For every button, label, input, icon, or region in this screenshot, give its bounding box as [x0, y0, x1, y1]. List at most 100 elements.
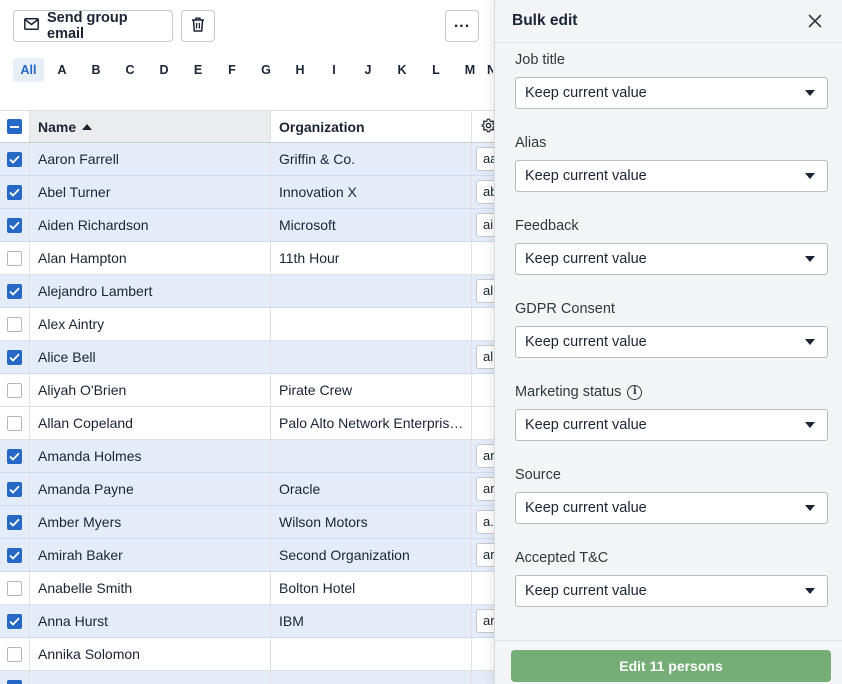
- bulk-field-select[interactable]: Keep current value: [515, 492, 828, 524]
- table-row[interactable]: Annika Solomon: [0, 638, 494, 671]
- row-checkbox[interactable]: [7, 316, 22, 332]
- table-row[interactable]: Amber Myers Wilson Motors a.: [0, 506, 494, 539]
- info-icon[interactable]: i: [627, 384, 643, 400]
- gear-icon[interactable]: [481, 118, 494, 136]
- alpha-filter-b[interactable]: B: [79, 63, 113, 77]
- organization-cell[interactable]: [271, 638, 472, 670]
- row-checkbox[interactable]: [7, 481, 22, 497]
- bulk-field-select[interactable]: Keep current value: [515, 575, 828, 607]
- alpha-filter-f[interactable]: F: [215, 63, 249, 77]
- alpha-filter-a[interactable]: A: [45, 63, 79, 77]
- edit-persons-button[interactable]: Edit 11 persons: [511, 650, 831, 682]
- select-all-checkbox[interactable]: [7, 119, 22, 134]
- name-cell[interactable]: Amber Myers: [30, 506, 271, 538]
- organization-cell[interactable]: [271, 671, 472, 684]
- row-checkbox[interactable]: [7, 448, 22, 464]
- organization-cell[interactable]: Wilson Motors: [271, 506, 472, 538]
- organization-cell[interactable]: Griffin & Co.: [271, 143, 472, 175]
- organization-cell[interactable]: Bolton Hotel: [271, 572, 472, 604]
- more-actions-button[interactable]: ...: [445, 10, 479, 42]
- truncated-field-chip[interactable]: ai: [476, 213, 494, 237]
- row-checkbox[interactable]: [7, 217, 22, 233]
- row-checkbox[interactable]: [7, 547, 22, 563]
- organization-cell[interactable]: Oracle: [271, 473, 472, 505]
- bulk-field-select[interactable]: Keep current value: [515, 326, 828, 358]
- truncated-field-chip[interactable]: ar: [476, 609, 494, 633]
- truncated-field-chip[interactable]: ab: [476, 180, 494, 204]
- row-checkbox[interactable]: [7, 646, 22, 662]
- organization-cell[interactable]: Second Organization: [271, 539, 472, 571]
- delete-button[interactable]: [181, 10, 215, 42]
- send-group-email-button[interactable]: Send group email: [13, 10, 173, 42]
- column-header-name[interactable]: Name: [30, 111, 271, 142]
- name-cell[interactable]: Anna Hurst: [30, 605, 271, 637]
- row-checkbox[interactable]: [7, 151, 22, 167]
- name-cell[interactable]: Amirah Baker: [30, 539, 271, 571]
- table-row[interactable]: Alejandro Lambert al: [0, 275, 494, 308]
- column-header-organization[interactable]: Organization: [271, 111, 472, 142]
- row-checkbox[interactable]: [7, 415, 22, 431]
- organization-cell[interactable]: 11th Hour: [271, 242, 472, 274]
- table-row[interactable]: Amirah Baker Second Organization ar: [0, 539, 494, 572]
- name-cell[interactable]: Abel Turner: [30, 176, 271, 208]
- table-row[interactable]: Aaron Farrell Griffin & Co. aa: [0, 143, 494, 176]
- row-checkbox[interactable]: [7, 580, 22, 596]
- alpha-filter-i[interactable]: I: [317, 63, 351, 77]
- alpha-filter-m[interactable]: M: [453, 63, 487, 77]
- name-cell[interactable]: Alex Aintry: [30, 308, 271, 340]
- name-cell[interactable]: Aliyah O'Brien: [30, 374, 271, 406]
- close-icon[interactable]: [806, 12, 824, 30]
- name-cell[interactable]: [30, 671, 271, 684]
- alpha-filter-g[interactable]: G: [249, 63, 283, 77]
- row-checkbox[interactable]: [7, 679, 22, 684]
- bulk-field-select[interactable]: Keep current value: [515, 409, 828, 441]
- row-checkbox[interactable]: [7, 349, 22, 365]
- name-cell[interactable]: Aiden Richardson: [30, 209, 271, 241]
- name-cell[interactable]: Alice Bell: [30, 341, 271, 373]
- name-cell[interactable]: Amanda Holmes: [30, 440, 271, 472]
- truncated-field-chip[interactable]: ar: [476, 477, 494, 501]
- table-row[interactable]: Anna Hurst IBM ar: [0, 605, 494, 638]
- truncated-field-chip[interactable]: a.: [476, 510, 494, 534]
- alpha-filter-c[interactable]: C: [113, 63, 147, 77]
- alpha-filter-n[interactable]: N: [487, 63, 493, 77]
- table-row[interactable]: Anabelle Smith Bolton Hotel: [0, 572, 494, 605]
- table-row[interactable]: Allan Copeland Palo Alto Network Enterpri…: [0, 407, 494, 440]
- bulk-field-select[interactable]: Keep current value: [515, 160, 828, 192]
- row-checkbox[interactable]: [7, 613, 22, 629]
- row-checkbox[interactable]: [7, 184, 22, 200]
- alpha-filter-d[interactable]: D: [147, 63, 181, 77]
- name-cell[interactable]: Annika Solomon: [30, 638, 271, 670]
- name-cell[interactable]: Allan Copeland: [30, 407, 271, 439]
- organization-cell[interactable]: [271, 440, 472, 472]
- name-cell[interactable]: Anabelle Smith: [30, 572, 271, 604]
- name-cell[interactable]: Alan Hampton: [30, 242, 271, 274]
- row-checkbox[interactable]: [7, 514, 22, 530]
- table-row[interactable]: Aiden Richardson Microsoft ai: [0, 209, 494, 242]
- alpha-filter-k[interactable]: K: [385, 63, 419, 77]
- truncated-field-chip[interactable]: ar: [476, 444, 494, 468]
- name-cell[interactable]: Amanda Payne: [30, 473, 271, 505]
- organization-cell[interactable]: IBM: [271, 605, 472, 637]
- table-row[interactable]: Alan Hampton 11th Hour: [0, 242, 494, 275]
- table-row[interactable]: Alice Bell al: [0, 341, 494, 374]
- bulk-field-select[interactable]: Keep current value: [515, 77, 828, 109]
- alpha-filter-all[interactable]: All: [13, 58, 44, 82]
- organization-cell[interactable]: [271, 308, 472, 340]
- bulk-field-select[interactable]: Keep current value: [515, 243, 828, 275]
- organization-cell[interactable]: [271, 341, 472, 373]
- table-row[interactable]: Amanda Payne Oracle ar: [0, 473, 494, 506]
- alpha-filter-e[interactable]: E: [181, 63, 215, 77]
- truncated-field-chip[interactable]: ar: [476, 543, 494, 567]
- alpha-filter-l[interactable]: L: [419, 63, 453, 77]
- truncated-field-chip[interactable]: al: [476, 345, 494, 369]
- truncated-field-chip[interactable]: al: [476, 279, 494, 303]
- table-row[interactable]: Alex Aintry: [0, 308, 494, 341]
- table-row[interactable]: Abel Turner Innovation X ab: [0, 176, 494, 209]
- table-row[interactable]: [0, 671, 494, 684]
- row-checkbox[interactable]: [7, 250, 22, 266]
- name-cell[interactable]: Alejandro Lambert: [30, 275, 271, 307]
- table-row[interactable]: Amanda Holmes ar: [0, 440, 494, 473]
- organization-cell[interactable]: [271, 275, 472, 307]
- name-cell[interactable]: Aaron Farrell: [30, 143, 271, 175]
